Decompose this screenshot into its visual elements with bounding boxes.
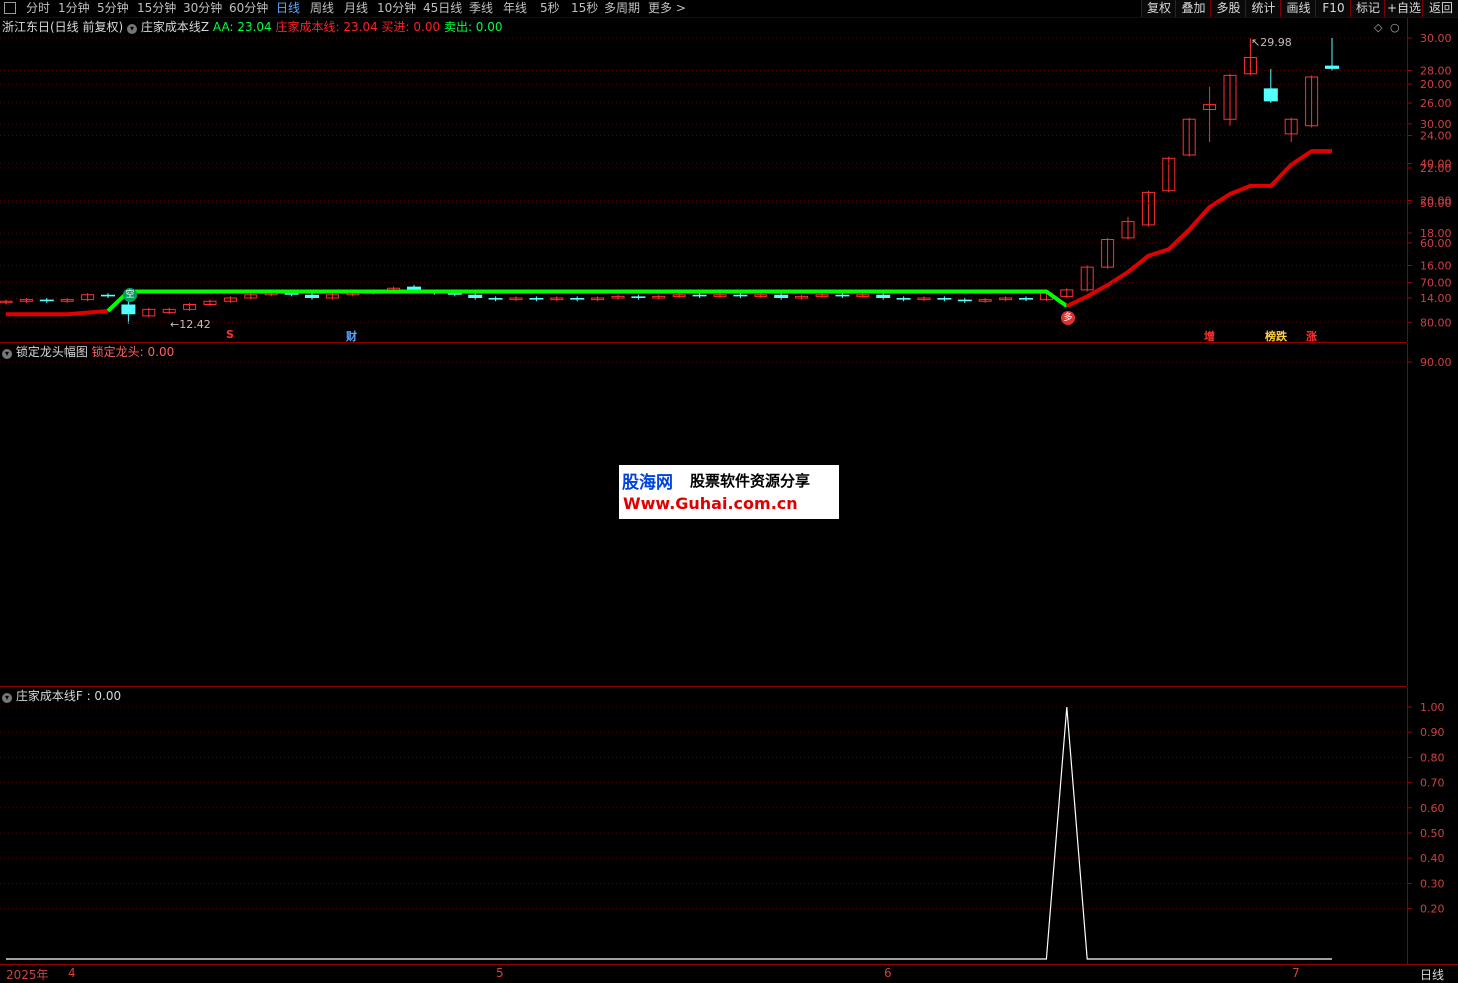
month-6: 6 — [884, 966, 892, 980]
date-axis: 2025年 4 5 6 7 日线 — [0, 964, 1458, 983]
month-4: 4 — [68, 966, 76, 980]
sell-value: 卖出: 0.00 — [443, 20, 503, 34]
panel3-axis-label: 0.90 — [1420, 726, 1445, 739]
month-5: 5 — [496, 966, 504, 980]
min-price-label: ←12.42 — [170, 318, 211, 331]
circle-icon[interactable]: ○ — [1390, 21, 1400, 34]
candle-body-down — [692, 294, 707, 297]
buy-value: 买进: 0.00 — [381, 20, 441, 34]
candle-body-down — [1019, 298, 1033, 300]
panel2-axis-label: 40.00 — [1420, 158, 1452, 171]
price-axis-label: 24.00 — [1420, 130, 1452, 143]
watermark: 股海网 股票软件资源分享 Www.Guhai.com.cn — [619, 465, 839, 519]
panel2-axis-label: 20.00 — [1420, 78, 1452, 91]
panel2-axis-label: 90.00 — [1420, 356, 1452, 369]
collapse-icon[interactable]: ▾ — [2, 349, 12, 359]
candle-body-down — [101, 294, 115, 297]
panel3-axis-label: 0.20 — [1420, 903, 1445, 916]
panel2-value: 锁定龙头: 0.00 — [91, 345, 175, 359]
aa-value: AA: 23.04 — [212, 20, 272, 34]
panel2-title[interactable]: 锁定龙头幅图 — [16, 345, 88, 359]
panel3-axis-label: 0.40 — [1420, 852, 1445, 865]
marker-bangzhang[interactable]: 榜跌 — [1265, 328, 1287, 344]
cost-value: 庄家成本线: 23.04 — [275, 20, 378, 34]
candle-body-down — [774, 294, 789, 298]
candle-body-down — [1325, 65, 1339, 69]
candle-body-down — [488, 298, 503, 300]
collapse-icon[interactable]: ▾ — [2, 693, 12, 703]
candle-body-down — [1263, 88, 1278, 102]
panel2-title-bar: ▾ 锁定龙头幅图 锁定龙头: 0.00 — [2, 344, 174, 360]
candle-body-down — [733, 294, 748, 297]
candle-body-down — [835, 294, 850, 297]
cost-line-red-start — [6, 309, 109, 317]
panel3-axis-label: 0.80 — [1420, 751, 1445, 764]
panel3-title[interactable]: 庄家成本线F — [16, 689, 83, 703]
panel2-axis-label: 70.00 — [1420, 277, 1452, 290]
kong-badge[interactable]: 空 — [123, 288, 137, 302]
panel2-axis-label: 80.00 — [1420, 316, 1452, 329]
marker-zeng[interactable]: 增 — [1204, 328, 1215, 344]
price-axis-label: 14.00 — [1420, 292, 1452, 305]
price-axis-label: 30.00 — [1420, 32, 1452, 45]
main-title-bar: 浙江东日(日线 前复权) ▾ 庄家成本线Z AA: 23.04 庄家成本线: 2… — [2, 19, 503, 35]
panel3-axis-label: 1.00 — [1420, 701, 1445, 714]
panel3-value: : 0.00 — [86, 689, 122, 703]
candle-body-down — [305, 294, 319, 298]
indicator-name[interactable]: 庄家成本线Z — [141, 20, 209, 34]
marker-s[interactable]: S — [226, 328, 234, 341]
stock-title[interactable]: 浙江东日(日线 前复权) — [2, 20, 123, 34]
watermark-url: Www.Guhai.com.cn — [623, 494, 798, 513]
price-axis-label: 26.00 — [1420, 97, 1452, 110]
max-price-label: ↖29.98 — [1251, 36, 1292, 49]
watermark-logo: 股海网 — [622, 473, 673, 493]
candle-body-down — [937, 298, 952, 300]
candle-body-down — [121, 304, 136, 315]
candle-body-down — [876, 294, 891, 298]
panel2-axis-label: 60.00 — [1420, 237, 1452, 250]
marker-zhang[interactable]: 涨 — [1306, 328, 1317, 344]
duo-badge[interactable]: 多 — [1061, 311, 1075, 325]
period-label[interactable]: 日线 — [1420, 966, 1444, 983]
candle-body-down — [39, 299, 54, 302]
panel3-axis-label: 0.50 — [1420, 827, 1445, 840]
panel2-axis-label: 50.00 — [1420, 197, 1452, 210]
panel3-title-bar: ▾ 庄家成本线F : 0.00 — [2, 688, 121, 704]
candle-body-down — [570, 298, 585, 300]
panel2-axis-label: 30.00 — [1420, 118, 1452, 131]
month-7: 7 — [1292, 966, 1300, 980]
panel3-axis-label: 0.60 — [1420, 802, 1445, 815]
price-axis-label: 16.00 — [1420, 260, 1452, 273]
candle-body-down — [468, 294, 483, 298]
year-label: 2025年 — [6, 968, 49, 982]
price-axis-label: 28.00 — [1420, 65, 1452, 78]
watermark-slogan: 股票软件资源分享 — [690, 472, 811, 490]
panel3-axis-label: 0.30 — [1420, 877, 1445, 890]
diamond-icon[interactable]: ◇ — [1374, 21, 1382, 34]
candle-body-down — [631, 296, 646, 298]
candle-body-down — [529, 298, 544, 300]
panel3-axis-label: 0.70 — [1420, 777, 1445, 790]
candle-body-down — [957, 299, 972, 302]
collapse-icon[interactable]: ▾ — [127, 24, 138, 34]
candle-body-down — [896, 298, 911, 300]
marker-cai[interactable]: 财 — [346, 328, 357, 344]
